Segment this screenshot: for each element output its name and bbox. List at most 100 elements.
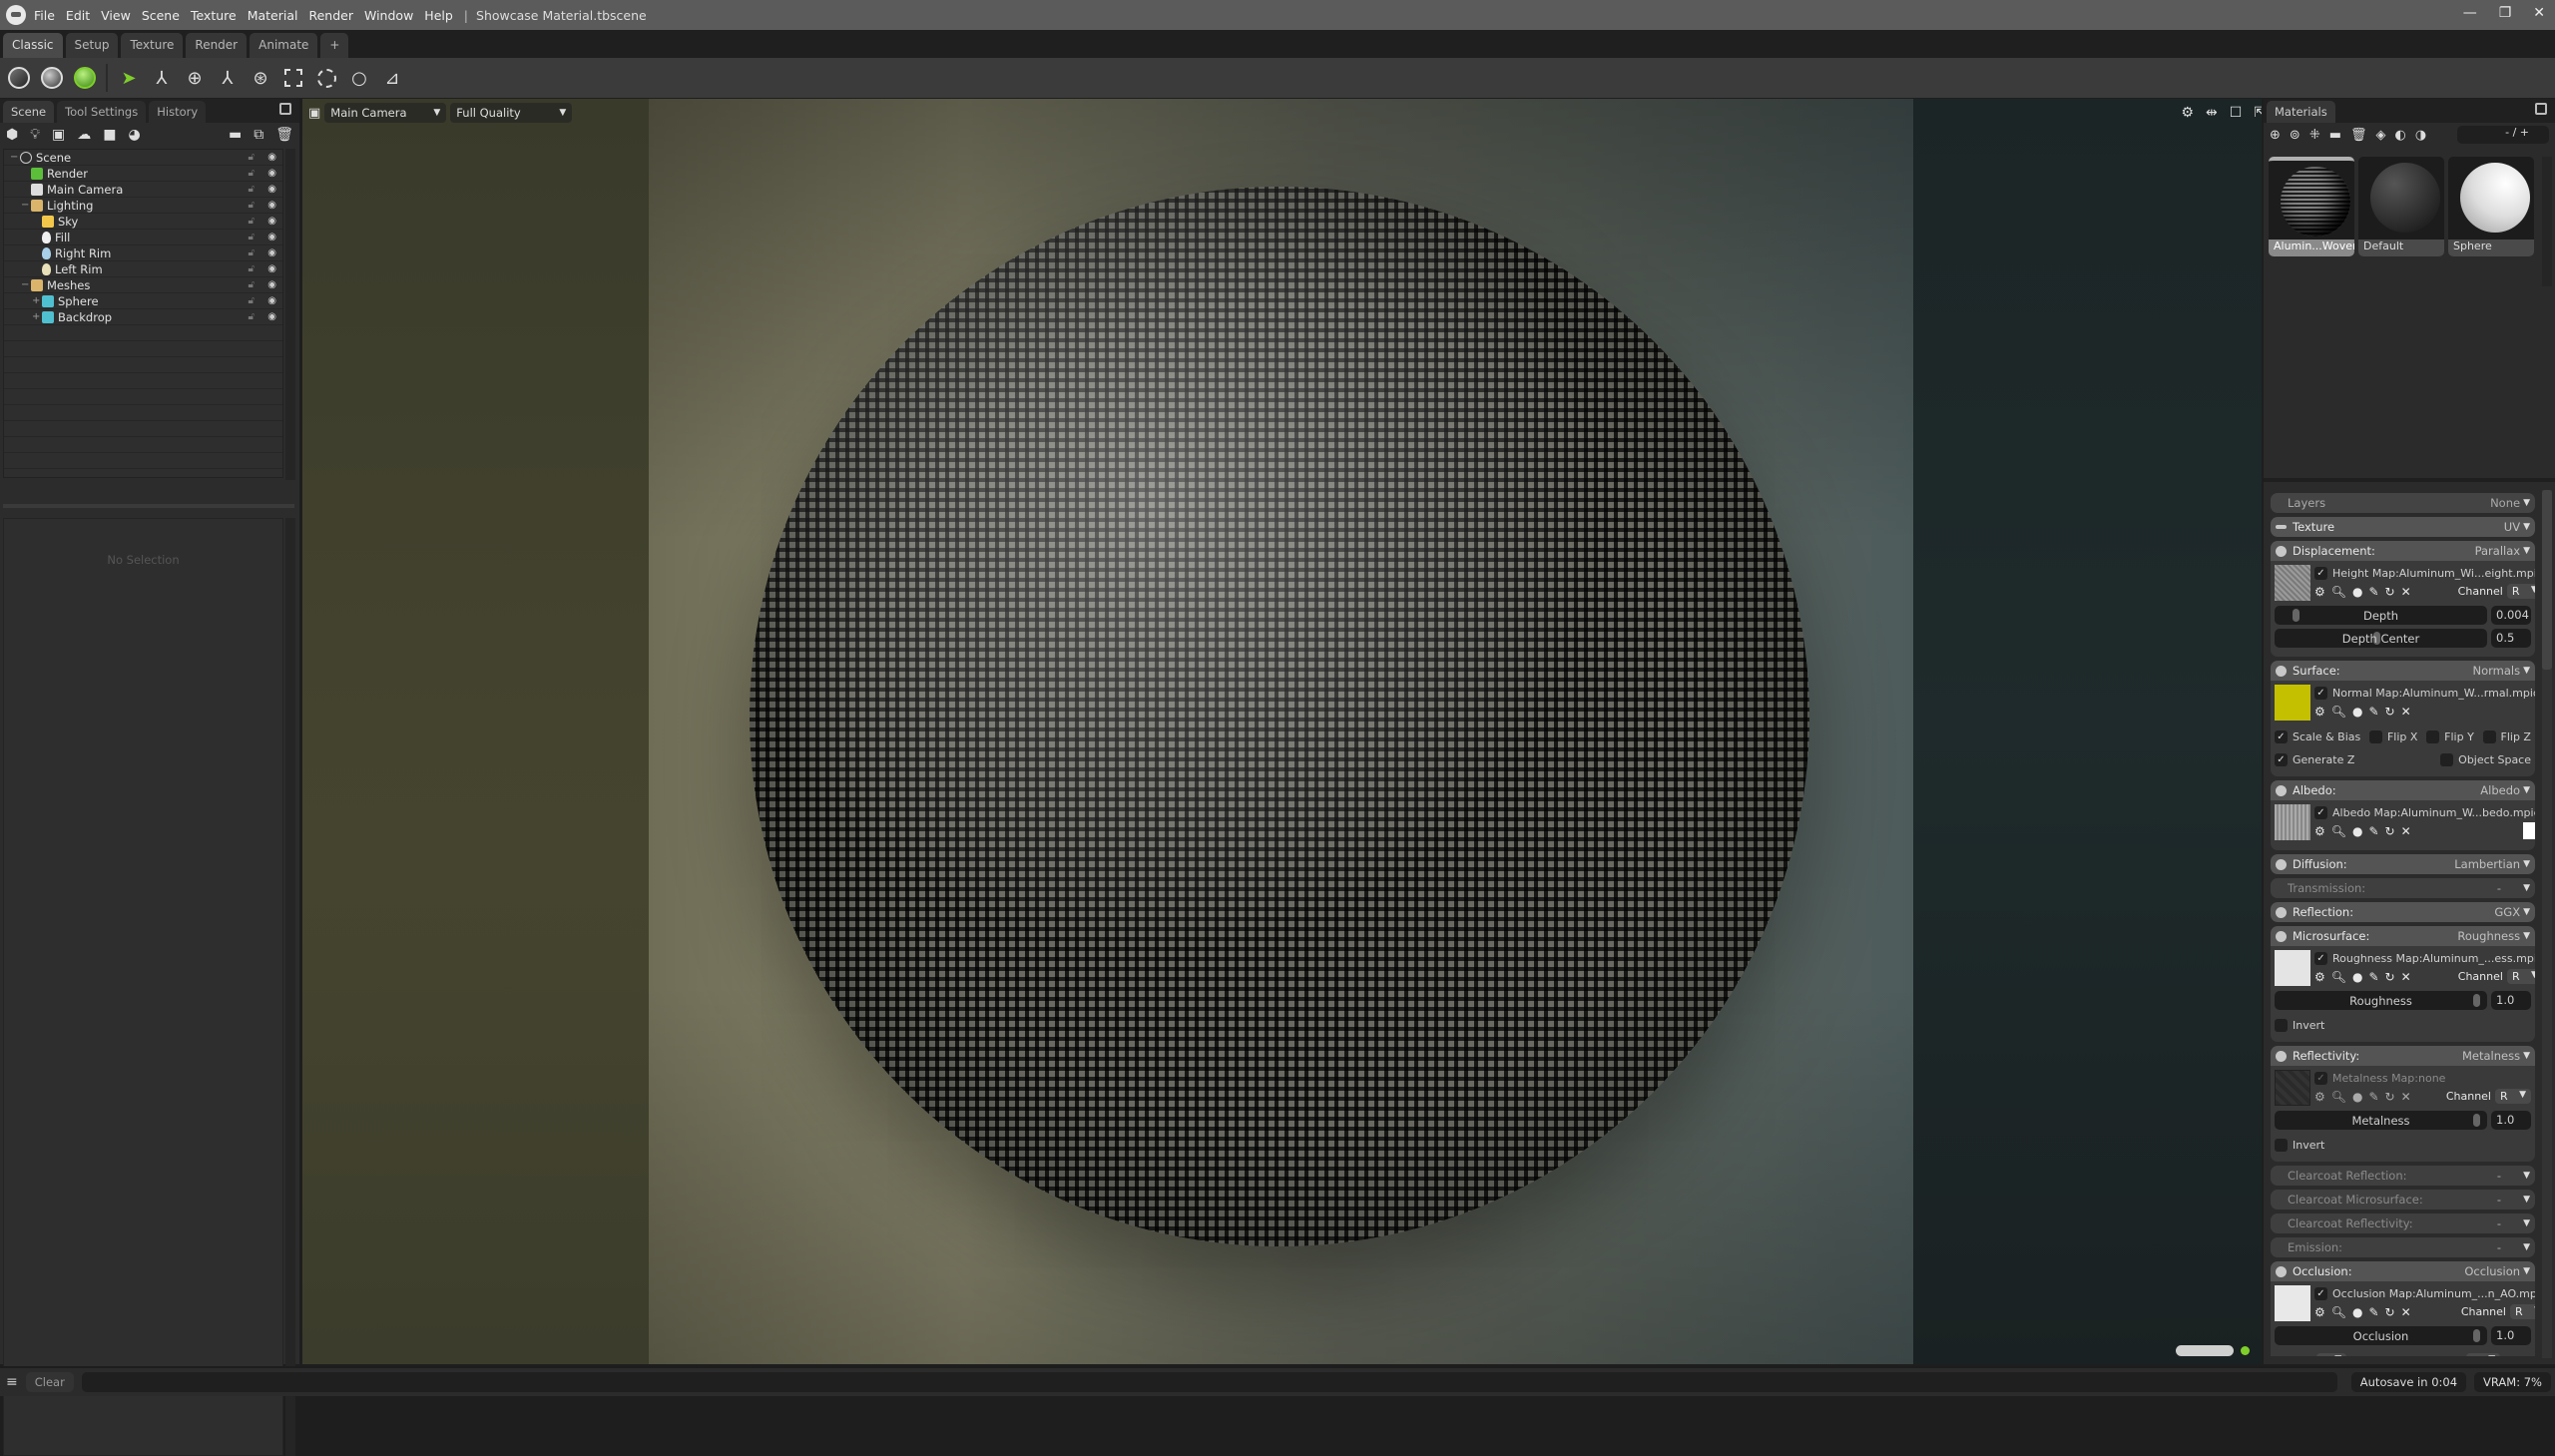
albedo-mode-select[interactable]: Albedo [2480, 783, 2520, 797]
eye-icon[interactable]: ◉ [267, 232, 276, 243]
metalness-slider[interactable]: Metalness [2275, 1111, 2487, 1130]
lock-icon[interactable]: 🔓︎ [249, 216, 255, 227]
transform-all-icon[interactable]: ⊛ [249, 66, 272, 90]
menu-view[interactable]: View [101, 8, 131, 23]
occlusion-mode-select[interactable]: Occlusion [2464, 1264, 2520, 1278]
gear-icon[interactable]: ⚙ [2314, 705, 2325, 719]
transmission-header[interactable]: Transmission: - ▼ [2271, 878, 2535, 898]
reload-icon[interactable]: ↻ [2385, 585, 2395, 599]
pick-icon[interactable]: ● [2352, 824, 2362, 838]
tree-item-fill[interactable]: Fill 🔓︎ ◉ [4, 230, 282, 245]
material-thumb-sphere[interactable]: Sphere [2448, 157, 2534, 256]
eye-icon[interactable]: ◉ [267, 152, 276, 163]
channel-select[interactable]: R▼ [2509, 1304, 2535, 1319]
menu-help[interactable]: Help [424, 8, 453, 23]
split-view-icon[interactable]: ⇹ [2206, 105, 2218, 121]
generate-z-checkbox[interactable]: ✓ Generate Z [2275, 753, 2354, 766]
map-filename[interactable]: Albedo Map:Aluminum_W...bedo.mpic [2332, 806, 2535, 819]
map-filename[interactable]: Metalness Map:none [2332, 1072, 2445, 1085]
depth-center-slider[interactable]: Depth Center [2275, 629, 2487, 648]
pick-icon[interactable]: ● [2352, 1305, 2362, 1319]
menu-render[interactable]: Render [308, 8, 353, 23]
flip-y-checkbox[interactable]: Flip Y [2426, 730, 2474, 743]
clearcoat-microsurface-header[interactable]: Clearcoat Microsurface: - ▼ [2271, 1190, 2535, 1210]
scale-bias-checkbox[interactable]: ✓ Scale & Bias [2275, 730, 2360, 743]
pick-icon[interactable]: ● [2352, 970, 2362, 984]
tree-branch-icon[interactable]: − [10, 152, 20, 163]
layers-mode-select[interactable]: None [2490, 496, 2520, 510]
tab-history[interactable]: History [149, 101, 207, 123]
render-full-icon[interactable] [73, 66, 97, 90]
gear-icon[interactable]: ⚙ [2314, 585, 2325, 599]
remove-icon[interactable]: ✕ [2401, 970, 2411, 984]
diffusion-mode-select[interactable]: Lambertian [2454, 857, 2520, 871]
tree-item-right-rim[interactable]: Right Rim 🔓︎ ◉ [4, 245, 282, 261]
displacement-mode-select[interactable]: Parallax [2475, 544, 2520, 558]
gear-icon[interactable]: ⚙ [2314, 1305, 2325, 1319]
eye-icon[interactable]: ◉ [267, 311, 276, 322]
properties-scrollbar[interactable] [285, 518, 295, 1456]
texture-mode-select[interactable]: UV [2504, 520, 2520, 534]
materials-scrollbar[interactable] [2542, 157, 2552, 286]
flip-y-checkbox-box[interactable] [2426, 730, 2440, 743]
surface-header[interactable]: Surface: Normals ▼ [2271, 661, 2535, 681]
eye-icon[interactable]: ◉ [267, 279, 276, 290]
render-view[interactable] [649, 99, 1913, 1364]
lasso-select-icon[interactable]: ○ [347, 66, 371, 90]
section-toggle-icon[interactable] [2276, 906, 2287, 918]
clearcoat-reflectivity-header[interactable]: Clearcoat Reflectivity: - ▼ [2271, 1213, 2535, 1233]
menu-scene[interactable]: Scene [142, 8, 180, 23]
console-icon[interactable]: ≡ [6, 1374, 18, 1390]
search-icon[interactable]: 🔍︎ [2331, 970, 2346, 984]
texture-thumbnail[interactable] [2275, 565, 2310, 601]
microsurface-header[interactable]: Microsurface: Roughness ▼ [2271, 926, 2535, 946]
roughness-value-field[interactable]: 1.0 [2491, 991, 2531, 1010]
occlusion-slider[interactable]: Occlusion [2275, 1326, 2487, 1345]
eye-icon[interactable]: ◉ [267, 216, 276, 227]
eye-icon[interactable]: ◉ [267, 200, 276, 211]
lock-icon[interactable]: 🔓︎ [249, 168, 255, 179]
tree-item-scene[interactable]: − Scene 🔓︎ ◉ [4, 150, 282, 166]
folder-icon[interactable]: ▬ [2329, 128, 2341, 143]
add-sky-icon[interactable]: ☁ [77, 127, 91, 143]
rect-select-icon[interactable] [281, 66, 305, 90]
section-toggle-icon[interactable] [2276, 1265, 2287, 1277]
edit-icon[interactable]: ✎ [2368, 705, 2378, 719]
eye-icon[interactable]: ◉ [267, 295, 276, 306]
panel-splitter[interactable] [2264, 478, 2555, 482]
invert-checkbox-box[interactable] [2275, 1019, 2288, 1032]
add-camera-icon[interactable]: ▣ [52, 127, 65, 143]
scale-icon[interactable]: ⅄ [216, 66, 240, 90]
scale-bias-checkbox-box[interactable]: ✓ [2275, 730, 2288, 743]
export-icon[interactable]: ◑ [2415, 128, 2426, 143]
occlusion-value-field[interactable]: 1.0 [2491, 1326, 2531, 1345]
popout-icon[interactable]: ⇱ [2254, 105, 2262, 121]
edit-icon[interactable]: ✎ [2368, 585, 2378, 599]
material-thumb-default[interactable]: Default [2358, 157, 2444, 256]
menu-texture[interactable]: Texture [191, 8, 237, 23]
depth-value-field[interactable]: 0.004 [2491, 606, 2531, 625]
console-input[interactable] [81, 1372, 2337, 1392]
emission-mode-select[interactable]: - [2497, 1240, 2501, 1254]
channel-select[interactable]: R▼ [2506, 584, 2535, 599]
tree-scrollbar[interactable] [285, 149, 295, 480]
apply-material-icon[interactable]: ◈ [2376, 128, 2386, 143]
reload-icon[interactable]: ↻ [2385, 970, 2395, 984]
tab-render[interactable]: Render [186, 33, 248, 58]
map-filename[interactable]: Occlusion Map:Aluminum_...n_AO.mpic [2332, 1287, 2535, 1300]
section-toggle-icon[interactable] [2276, 665, 2287, 677]
quality-select[interactable]: Full Quality ▼ [450, 103, 573, 123]
map-enabled-checkbox[interactable]: ✓ [2314, 1287, 2327, 1300]
pick-icon[interactable]: ● [2352, 585, 2362, 599]
minimize-button[interactable]: — [2463, 5, 2477, 21]
remove-icon[interactable]: ✕ [2401, 824, 2411, 838]
remove-icon[interactable]: ✕ [2401, 1305, 2411, 1319]
tree-item-backdrop[interactable]: + Backdrop 🔓︎ ◉ [4, 309, 282, 325]
panel-splitter[interactable] [3, 504, 294, 508]
add-light-icon[interactable]: 💡︎ [30, 127, 40, 143]
texture-header[interactable]: Texture UV ▼ [2271, 517, 2535, 537]
thumbnail-zoom-slider[interactable]: - / + [2457, 126, 2549, 144]
section-toggle-icon[interactable] [2276, 525, 2287, 529]
tab-scene[interactable]: Scene [3, 101, 55, 123]
channel-select[interactable]: R▼ [2506, 969, 2535, 984]
